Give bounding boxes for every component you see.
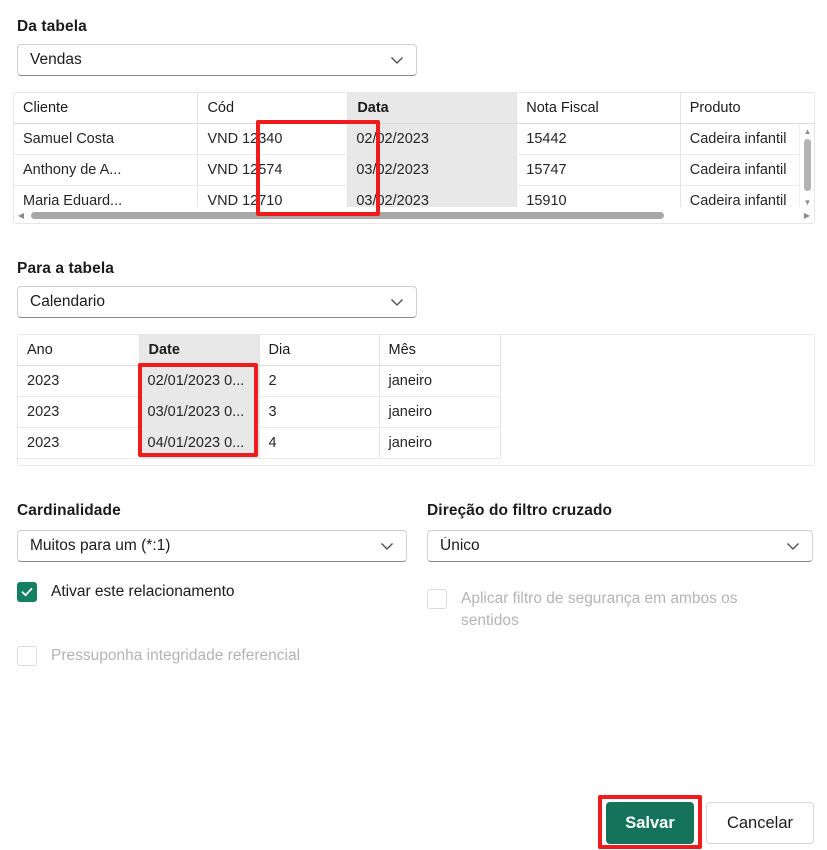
apply-security-both-label: Aplicar filtro de segurança em ambos os … — [461, 590, 738, 629]
table-row: 2023 02/01/2023 0... 2 janeiro — [18, 365, 501, 397]
to-table-column-header-m-s[interactable]: Mês — [379, 335, 501, 366]
table-cell: 15747 — [516, 154, 681, 186]
to-table-column-header-dia[interactable]: Dia — [259, 335, 380, 366]
to-table-dropdown[interactable]: Calendario — [17, 286, 417, 318]
table-cell: 3 — [259, 396, 380, 428]
table-cell: janeiro — [379, 396, 501, 428]
cross-filter-value: Único — [440, 537, 480, 554]
table-row: Samuel Costa VND 12340 02/02/2023 15442 Cade… — [14, 123, 814, 155]
table-row: 2023 04/01/2023 0... 4 janeiro — [18, 427, 501, 459]
save-button[interactable]: Salvar — [606, 802, 694, 844]
table-cell: Samuel Costa — [14, 123, 199, 155]
table-row: Anthony de A... VND 12574 03/02/2023 15747 C… — [14, 154, 814, 186]
table-cell: 2023 — [18, 427, 140, 459]
cardinality-label: Cardinalidade — [17, 502, 121, 519]
horizontal-scroll-thumb[interactable] — [31, 212, 664, 219]
from-table-label: Da tabela — [17, 18, 87, 35]
table-cell: 03/01/2023 0... — [138, 396, 260, 428]
table-header-row: ClienteCódDataNota FiscalProdutoQTDRegiã… — [14, 93, 814, 124]
table-cell: Cadeira infantil — [680, 123, 814, 155]
from-table-column-header-nota-fiscal[interactable]: Nota Fiscal — [516, 93, 681, 124]
from-grid-vertical-scrollbar[interactable]: ▲ ▼ — [799, 124, 814, 209]
cancel-button[interactable]: Cancelar — [706, 802, 814, 844]
cardinality-value: Muitos para um (*:1) — [30, 537, 171, 554]
save-button-label: Salvar — [625, 813, 675, 832]
checkbox-apply-security-both — [427, 589, 447, 609]
table-cell: 15442 — [516, 123, 681, 155]
from-table-column-header-produto[interactable]: Produto — [680, 93, 814, 124]
from-table-column-header-cliente[interactable]: Cliente — [14, 93, 199, 124]
from-table-column-header-c-d[interactable]: Cód — [197, 93, 349, 124]
table-cell: 04/01/2023 0... — [138, 427, 260, 459]
cross-filter-label: Direção do filtro cruzado — [427, 502, 613, 519]
from-table-dropdown[interactable]: Vendas — [17, 44, 417, 76]
table-cell: 02/01/2023 0... — [138, 365, 260, 397]
table-cell: Anthony de A... — [14, 154, 199, 186]
table-row: 2023 03/01/2023 0... 3 janeiro — [18, 396, 501, 428]
table-cell: 03/02/2023 — [347, 154, 518, 186]
chevron-down-icon — [374, 533, 400, 559]
triangle-right-icon[interactable]: ▶ — [800, 207, 814, 223]
chevron-down-icon — [780, 533, 806, 559]
table-cell: VND 12574 — [197, 154, 349, 186]
to-table-preview-grid[interactable]: Ano Date Dia Mês 2023 02/01/2023 0... 2 janeir… — [17, 334, 815, 466]
apply-security-both-checkbox-row: Aplicar filtro de segurança em ambos os … — [427, 588, 797, 632]
to-table-label: Para a tabela — [17, 260, 114, 277]
table-cell: 2023 — [18, 365, 140, 397]
table-cell: janeiro — [379, 365, 501, 397]
to-table-column-header-date[interactable]: Date — [139, 335, 260, 366]
table-header-row: Ano Date Dia Mês — [18, 335, 501, 366]
triangle-up-icon[interactable]: ▲ — [800, 124, 814, 138]
from-table-preview-grid[interactable]: ClienteCódDataNota FiscalProdutoQTDRegiã… — [13, 92, 815, 224]
table-cell: 02/02/2023 — [347, 123, 518, 155]
check-icon — [21, 587, 33, 597]
from-table-value: Vendas — [30, 51, 82, 68]
table-cell: Cadeira infantil — [680, 154, 814, 186]
to-table-column-header-ano[interactable]: Ano — [18, 335, 140, 366]
from-grid-horizontal-scrollbar[interactable]: ◀ ▶ — [14, 207, 814, 223]
table-cell: 2023 — [18, 396, 140, 428]
chevron-down-icon — [384, 289, 410, 315]
table-cell: janeiro — [379, 427, 501, 459]
activate-relationship-label: Ativar este relacionamento — [51, 583, 235, 600]
cross-filter-dropdown[interactable]: Único — [427, 530, 813, 562]
from-table-column-header-data[interactable]: Data — [347, 93, 518, 124]
table-cell: VND 12340 — [197, 123, 349, 155]
assume-referential-integrity-checkbox-row: Pressuponha integridade referencial — [17, 645, 397, 667]
table-cell: 2 — [259, 365, 380, 397]
relationship-editor-dialog: Da tabela Vendas Cliente Cód Data Nota Fisc… — [0, 0, 827, 850]
cancel-button-label: Cancelar — [726, 813, 794, 832]
cardinality-dropdown[interactable]: Muitos para um (*:1) — [17, 530, 407, 562]
triangle-left-icon[interactable]: ◀ — [14, 207, 28, 223]
assume-referential-integrity-label: Pressuponha integridade referencial — [51, 647, 301, 664]
chevron-down-icon — [384, 47, 410, 73]
to-table-value: Calendario — [30, 293, 105, 310]
activate-relationship-checkbox-row[interactable]: Ativar este relacionamento — [17, 581, 397, 603]
checkbox-assume-referential-integrity — [17, 646, 37, 666]
checkbox-activate-relationship[interactable] — [17, 582, 37, 602]
vertical-scroll-thumb[interactable] — [804, 139, 811, 191]
table-cell: 4 — [259, 427, 380, 459]
